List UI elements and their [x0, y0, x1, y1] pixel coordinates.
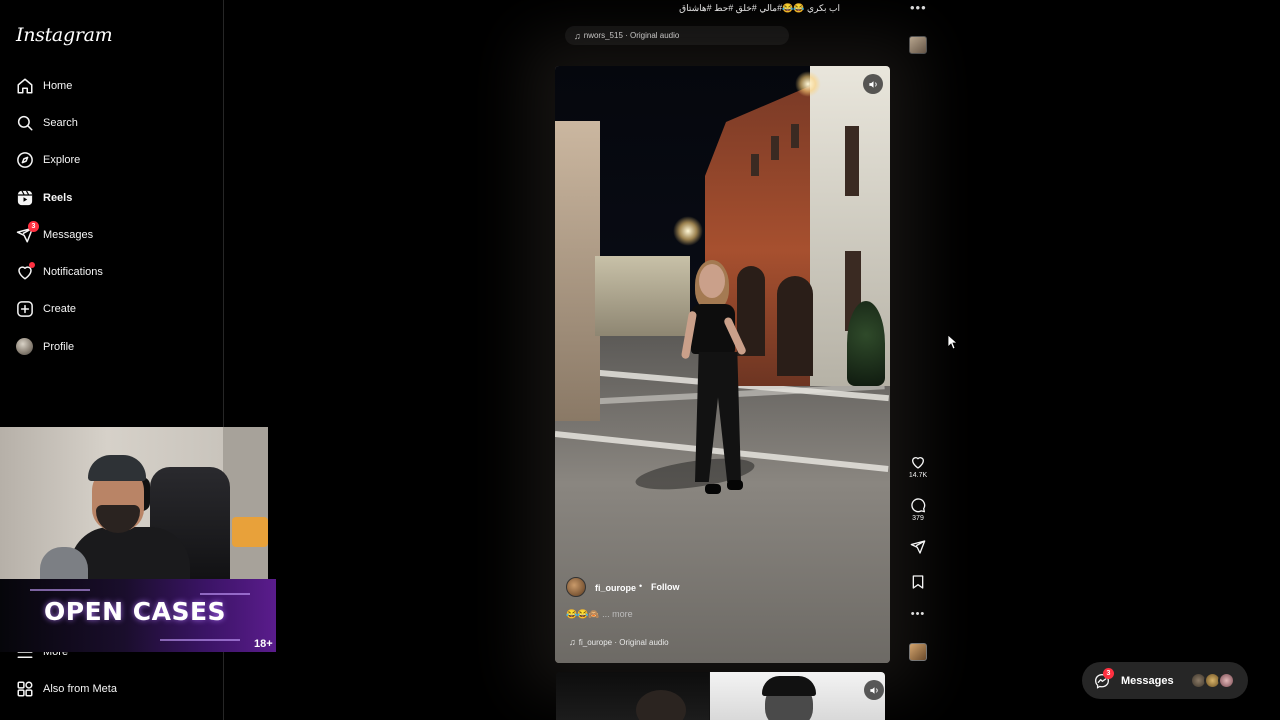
send-icon — [910, 540, 926, 554]
grid-squares-icon — [16, 680, 34, 698]
reels-icon — [16, 189, 34, 207]
like-button[interactable]: 14.7K — [905, 454, 931, 479]
previous-reel-audio[interactable]: ♫ nwors_515 · Original audio — [565, 26, 789, 45]
bookmark-icon — [912, 575, 924, 589]
caption-more-link[interactable]: ... more — [602, 609, 633, 619]
reel-caption: 😂😂🙈 ... more — [566, 609, 633, 620]
sidebar-item-label: Also from Meta — [43, 682, 117, 695]
sidebar-item-label: Home — [43, 79, 73, 92]
instagram-logo[interactable]: Instagram — [16, 24, 113, 46]
search-icon — [16, 114, 34, 132]
reel-user-avatar[interactable] — [566, 577, 586, 597]
messages-pill[interactable]: 3 Messages — [1082, 662, 1248, 699]
share-button[interactable] — [905, 539, 931, 555]
sidebar-item-label: Search — [43, 116, 78, 129]
sidebar-item-profile[interactable]: Profile — [0, 328, 224, 365]
messages-pill-label: Messages — [1121, 674, 1174, 687]
comment-icon — [911, 498, 926, 513]
reel-audio-link[interactable]: ♫ fi_ourope · Original audio — [569, 637, 669, 647]
compass-icon — [16, 151, 34, 169]
more-options-icon[interactable]: ••• — [905, 608, 931, 620]
audio-label: nwors_515 · Original audio — [583, 31, 680, 40]
sidebar-item-label: Create — [43, 303, 77, 316]
avatar — [16, 337, 34, 356]
messages-badge: 3 — [28, 220, 39, 232]
sidebar-item-label: Explore — [43, 154, 81, 167]
mouse-cursor-icon — [948, 335, 958, 349]
music-note-icon: ♫ — [569, 637, 576, 647]
like-count: 14.7K — [908, 472, 928, 479]
sidebar-item-search[interactable]: Search — [0, 104, 224, 141]
music-note-icon: ♫ — [574, 30, 581, 41]
sidebar-nav: Home Search Explore Reels 3 Messages Not… — [0, 67, 224, 365]
sidebar-item-label: Messages — [43, 228, 94, 241]
messenger-icon: 3 — [1094, 667, 1114, 689]
webcam-overlay — [0, 427, 268, 579]
sidebar-item-reels[interactable]: Reels — [0, 179, 224, 216]
save-button[interactable] — [905, 574, 931, 590]
heart-icon — [912, 457, 924, 469]
sidebar-item-label: Profile — [43, 340, 75, 353]
speaker-icon — [869, 686, 878, 694]
reel-video[interactable]: fi_ourope • Follow 😂😂🙈 ... more ♫ fi_our… — [555, 66, 890, 663]
speaker-icon — [868, 80, 877, 88]
reel-username[interactable]: fi_ourope — [595, 583, 636, 593]
age-rating: 18+ — [254, 638, 273, 650]
comment-count: 379 — [912, 515, 924, 522]
sidebar-item-home[interactable]: Home — [0, 67, 224, 104]
sidebar-item-explore[interactable]: Explore — [0, 142, 224, 179]
sidebar-item-label: Notifications — [43, 266, 103, 279]
home-icon — [16, 77, 34, 95]
avatar — [1218, 672, 1235, 689]
send-icon: 3 — [16, 220, 39, 244]
audio-thumbnail[interactable] — [909, 36, 927, 54]
audio-thumbnail[interactable] — [905, 643, 931, 661]
more-options-icon[interactable]: ••• — [910, 0, 927, 15]
mute-button[interactable] — [864, 680, 884, 700]
sidebar-item-create[interactable]: Create — [0, 291, 224, 328]
comment-button[interactable]: 379 — [905, 497, 931, 522]
previous-reel-caption: اب بكري 😂😂#مالي #خلق #حط #هاشتاق — [679, 3, 840, 13]
heart-icon — [16, 262, 35, 281]
caption-text: 😂😂🙈 — [566, 609, 600, 619]
sidebar-item-messages[interactable]: 3 Messages — [0, 216, 224, 253]
sidebar-item-also-from-meta[interactable]: Also from Meta — [0, 670, 224, 707]
notification-dot — [29, 262, 35, 269]
mute-button[interactable] — [863, 74, 883, 94]
plus-square-icon — [16, 300, 34, 318]
stream-banner: OPEN CASES 18+ — [0, 579, 276, 652]
follow-button[interactable]: Follow — [651, 582, 680, 592]
audio-label: fi_ourope · Original audio — [578, 637, 669, 647]
messages-pill-badge: 3 — [1103, 667, 1114, 679]
banner-title: OPEN CASES — [44, 597, 227, 626]
sidebar-item-label: Reels — [43, 191, 73, 204]
recent-contacts — [1190, 672, 1240, 689]
sidebar-item-notifications[interactable]: Notifications — [0, 253, 224, 290]
separator-dot: • — [639, 581, 643, 591]
next-reel-preview[interactable] — [556, 672, 885, 720]
